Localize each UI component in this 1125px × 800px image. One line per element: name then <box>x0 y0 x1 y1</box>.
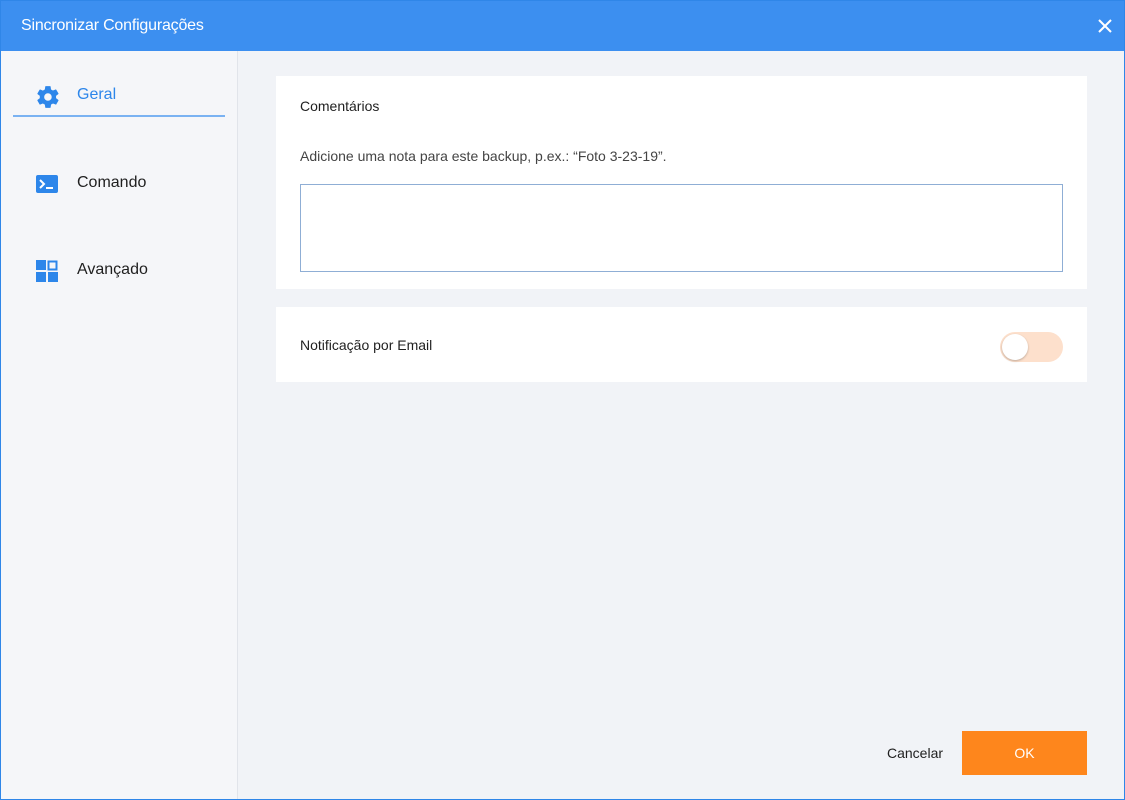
ok-button[interactable]: OK <box>962 731 1087 775</box>
gear-icon <box>35 84 59 108</box>
close-icon[interactable] <box>1092 13 1118 39</box>
sidebar-item-geral[interactable]: Geral <box>13 73 225 117</box>
sidebar-item-label: Avançado <box>77 261 148 278</box>
terminal-icon <box>35 172 59 196</box>
email-panel: Notificação por Email <box>276 307 1087 382</box>
sidebar-item-avancado[interactable]: Avançado <box>13 248 225 292</box>
active-indicator <box>13 115 225 117</box>
window-title: Sincronizar Configurações <box>21 17 204 34</box>
title-bar: Sincronizar Configurações <box>1 1 1124 51</box>
sidebar-item-label: Geral <box>77 86 117 103</box>
sidebar-item-comando[interactable]: Comando <box>13 161 225 205</box>
settings-content: Comentários Adicione uma nota para este … <box>239 51 1124 799</box>
settings-dialog: Sincronizar Configurações Geral Comando … <box>0 0 1125 800</box>
cancel-button[interactable]: Cancelar <box>869 731 961 775</box>
comments-panel: Comentários Adicione uma nota para este … <box>276 76 1087 289</box>
sidebar-item-label: Comando <box>77 174 147 191</box>
toggle-knob <box>1002 334 1028 360</box>
backup-note-input[interactable] <box>300 184 1063 272</box>
email-notification-label: Notificação por Email <box>300 337 433 353</box>
email-notification-toggle[interactable] <box>1000 332 1063 362</box>
sidebar: Geral Comando Avançado <box>1 51 238 799</box>
comments-hint: Adicione uma nota para este backup, p.ex… <box>300 148 667 164</box>
comments-heading: Comentários <box>300 98 380 114</box>
grid-icon <box>35 259 59 283</box>
